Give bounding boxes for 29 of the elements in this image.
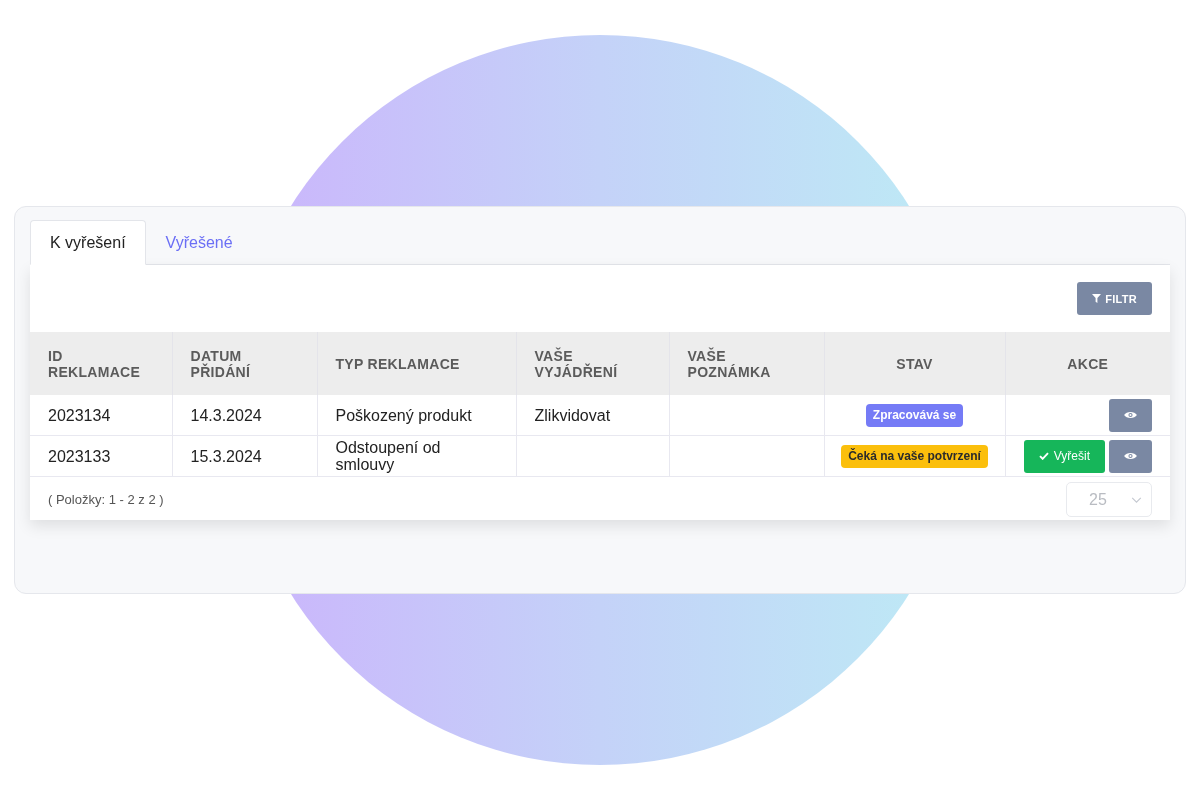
table-cell: Zlikvidovat — [516, 395, 669, 436]
status-badge: Zpracovává se — [865, 403, 964, 427]
column-header: DATUM PŘIDÁNÍ — [190, 347, 251, 380]
table-cell: 2023134 — [30, 395, 172, 436]
column-header: AKCE — [1067, 355, 1109, 372]
table-cell: 15.3.2024 — [172, 435, 317, 477]
column-header: ID REKLAMACE — [48, 347, 141, 380]
filter-button[interactable]: FILTR — [1077, 282, 1152, 315]
status-badge: Čeká na vaše potvrzení — [841, 444, 988, 468]
resolve-button[interactable]: Vyřešit — [1023, 439, 1105, 473]
view-button[interactable] — [1109, 439, 1152, 473]
tab[interactable]: K vyřešení — [30, 220, 146, 265]
items-count: ( Položky: 1 - 2 z 2 ) — [48, 492, 164, 507]
tab[interactable]: Vyřešené — [145, 220, 253, 265]
table-cell: Odstoupení od smlouvy — [317, 435, 516, 477]
column-header: VAŠE POZNÁMKA — [687, 347, 771, 380]
eye-icon — [1124, 411, 1137, 419]
view-button[interactable] — [1109, 398, 1152, 432]
column-header: VAŠE VYJÁDŘENÍ — [534, 347, 618, 380]
column-header: STAV — [896, 355, 933, 372]
table-cell: Poškozený produkt — [317, 395, 516, 436]
table-cell: 14.3.2024 — [172, 395, 317, 436]
table-cell: 2023133 — [30, 435, 172, 477]
chevron-down-icon — [1131, 496, 1142, 503]
filter-icon — [1092, 294, 1102, 303]
check-icon — [1038, 452, 1049, 460]
eye-icon — [1124, 452, 1137, 460]
page-size-select[interactable]: 25 — [1066, 482, 1152, 517]
column-header: TYP REKLAMACE — [335, 355, 460, 372]
